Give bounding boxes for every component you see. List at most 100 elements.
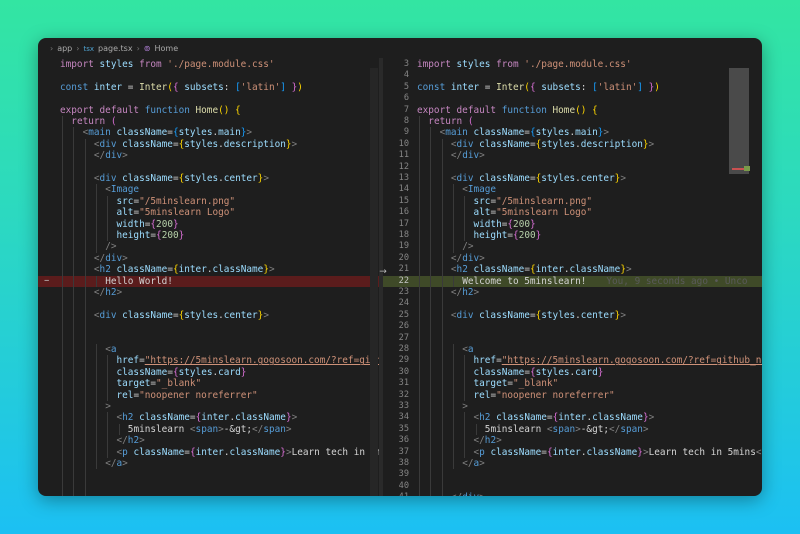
code-text: Hello World! — [60, 276, 173, 287]
code-line[interactable]: 38 </a> — [383, 458, 762, 470]
code-token: main — [445, 127, 468, 139]
code-line[interactable] — [38, 332, 379, 344]
removed-code-line[interactable]: − Hello World! — [38, 275, 379, 287]
code-line[interactable]: 35 5minslearn <span>-&gt;</span> — [383, 423, 762, 436]
code-text: </h2> — [60, 287, 122, 298]
code-text: </a> — [417, 458, 485, 469]
code-line[interactable] — [38, 321, 379, 333]
code-line[interactable]: 34 <h2 className={inter.className}> — [383, 412, 762, 424]
code-line[interactable]: rel="noopener noreferrer" — [38, 389, 379, 401]
code-line[interactable]: className={styles.card} — [38, 366, 379, 379]
code-line[interactable]: 21 <h2 className={inter.className}> — [383, 264, 762, 276]
code-line[interactable] — [38, 298, 379, 310]
code-line[interactable]: 23 </h2> — [383, 287, 762, 299]
code-line[interactable] — [38, 492, 379, 496]
vertical-scrollbar-thumb[interactable] — [729, 68, 749, 174]
code-line[interactable]: src="/5minslearn.png" — [38, 195, 379, 208]
code-token: className — [496, 412, 547, 424]
diff-original-pane[interactable]: import styles from './page.module.css' co… — [38, 50, 379, 496]
code-token: /> — [462, 241, 474, 253]
code-line[interactable]: <h2 className={inter.className}> — [38, 412, 379, 424]
code-token: </ — [609, 423, 621, 435]
code-line[interactable]: 11 </div> — [383, 150, 762, 162]
code-line[interactable]: export default function Home() { — [38, 105, 379, 116]
code-line[interactable]: 8 return ( — [383, 116, 762, 128]
code-line[interactable]: 12 — [383, 161, 762, 173]
line-number: 16 — [398, 207, 409, 218]
code-line[interactable]: 16 alt="5minslearn Logo" — [383, 207, 762, 219]
code-line[interactable]: 40 — [383, 480, 762, 493]
code-line[interactable]: 10 <div className={styles.description}> — [383, 138, 762, 151]
code-line[interactable]: <main className={styles.main}> — [38, 127, 379, 139]
code-line[interactable]: 4 — [383, 70, 762, 81]
code-line[interactable]: 13 <div className={styles.center}> — [383, 173, 762, 185]
code-line[interactable]: 31 target="_blank" — [383, 378, 762, 390]
diff-modified-pane[interactable]: 3 import styles from './page.module.css' 4… — [383, 50, 762, 496]
code-line[interactable]: 33 > — [383, 401, 762, 413]
code-line[interactable]: 24 — [383, 298, 762, 310]
code-line[interactable]: 14 <Image — [383, 184, 762, 196]
added-code-line[interactable]: 22 Welcome to 5minslearn! You, 9 seconds a… — [383, 275, 762, 287]
code-token: span — [552, 423, 576, 435]
code-line[interactable]: 26 — [383, 321, 762, 333]
code-line[interactable]: alt="5minslearn Logo" — [38, 207, 379, 219]
code-token: from — [139, 59, 162, 70]
code-line[interactable]: <Image — [38, 184, 379, 196]
code-line[interactable]: import styles from './page.module.css' — [38, 59, 379, 70]
code-line[interactable]: 5minslearn <span>-&gt;</span> — [38, 423, 379, 436]
code-line[interactable]: const inter = Inter({ subsets: ['latin']… — [38, 82, 379, 93]
code-line[interactable]: 32 rel="noopener noreferrer" — [383, 389, 762, 401]
code-line[interactable]: <div className={styles.center}> — [38, 173, 379, 185]
code-text: width={200} — [60, 219, 179, 230]
code-line[interactable]: </div> — [38, 252, 379, 265]
code-line[interactable]: 27 — [383, 332, 762, 344]
code-line[interactable]: <div className={styles.center}> — [38, 309, 379, 322]
code-line[interactable]: <div className={styles.description}> — [38, 138, 379, 151]
code-line[interactable] — [38, 161, 379, 173]
code-line[interactable]: 29 href="https://5minslearn.gogosoon.com/… — [383, 355, 762, 367]
code-line[interactable] — [38, 93, 379, 104]
line-number: 22 — [398, 275, 409, 286]
code-line[interactable]: </h2> — [38, 435, 379, 447]
code-line[interactable]: 5 const inter = Inter({ subsets: ['latin'… — [383, 82, 762, 93]
code-line[interactable]: href="https://5minslearn.gogosoon.com/?r… — [38, 355, 379, 367]
code-line[interactable]: 30 className={styles.card} — [383, 366, 762, 379]
code-line[interactable]: /> — [38, 241, 379, 253]
code-line[interactable]: return ( — [38, 116, 379, 128]
code-line[interactable]: <h2 className={inter.className}> — [38, 264, 379, 276]
code-token: h2 — [456, 264, 468, 276]
code-token: className — [479, 138, 530, 150]
code-line[interactable]: </div> — [38, 150, 379, 162]
code-line[interactable]: > — [38, 401, 379, 413]
code-token: inter — [450, 81, 480, 93]
code-line[interactable]: 7 export default function Home() { — [383, 105, 762, 116]
code-line[interactable]: height={200} — [38, 230, 379, 242]
code-line[interactable]: 39 — [383, 469, 762, 481]
code-line[interactable]: 19 /> — [383, 241, 762, 253]
code-line[interactable]: target="_blank" — [38, 378, 379, 390]
code-token: > — [268, 264, 275, 276]
code-line[interactable]: 37 <p className={inter.className}>Learn t… — [383, 446, 762, 458]
code-line[interactable]: </a> — [38, 458, 379, 470]
code-line[interactable]: <p className={inter.className}>Learn tec… — [38, 446, 379, 458]
code-line[interactable]: 36 </h2> — [383, 435, 762, 447]
code-line[interactable]: width={200} — [38, 218, 379, 230]
code-line[interactable]: 17 width={200} — [383, 218, 762, 230]
code-line[interactable] — [38, 469, 379, 481]
code-line[interactable]: 3 import styles from './page.module.css' — [383, 59, 762, 70]
indent-guide — [73, 321, 75, 333]
code-line[interactable]: 15 src="/5minslearn.png" — [383, 195, 762, 208]
indent-guide — [430, 321, 432, 333]
code-line[interactable] — [38, 480, 379, 493]
code-line[interactable]: </h2> — [38, 287, 379, 299]
code-line[interactable] — [38, 70, 379, 81]
code-line[interactable]: 28 <a — [383, 344, 762, 356]
code-line[interactable]: 9 <main className={styles.main}> — [383, 127, 762, 139]
code-line[interactable]: 20 </div> — [383, 252, 762, 265]
code-line[interactable]: <a — [38, 344, 379, 356]
code-line[interactable]: 25 <div className={styles.center}> — [383, 309, 762, 322]
line-number: 3 — [403, 59, 409, 69]
code-line[interactable]: 41 </div> — [383, 492, 762, 496]
code-line[interactable]: 6 — [383, 93, 762, 104]
code-line[interactable]: 18 height={200} — [383, 230, 762, 242]
